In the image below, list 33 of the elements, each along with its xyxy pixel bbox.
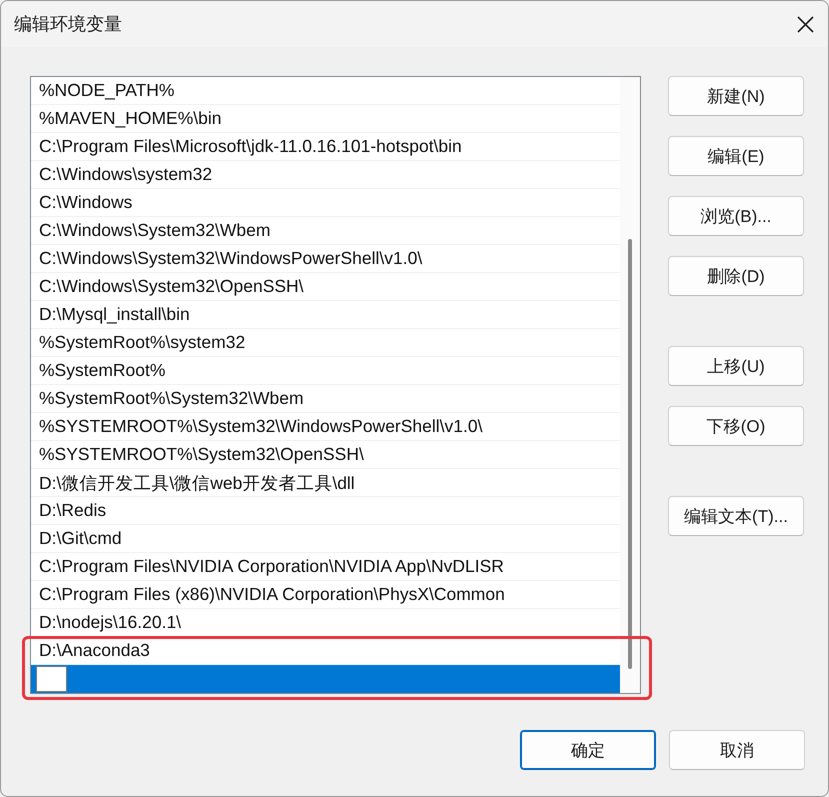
list-item[interactable]: C:\Windows xyxy=(31,189,620,217)
input-field[interactable] xyxy=(36,666,67,692)
list-item[interactable]: D:\Git\cmd xyxy=(31,525,620,553)
list-item[interactable]: %SystemRoot% xyxy=(31,357,620,385)
side-button[interactable]: 新建(N) xyxy=(668,76,804,116)
side-button[interactable]: 下移(O) xyxy=(668,406,804,446)
scrollbar[interactable] xyxy=(620,77,640,693)
list-item[interactable]: %SYSTEMROOT%\System32\OpenSSH\ xyxy=(31,441,620,469)
list-item[interactable]: C:\Program Files\Microsoft\jdk-11.0.16.101-hotspot\bin xyxy=(31,133,620,161)
list-item[interactable]: C:\Windows\System32\WindowsPowerShell\v1.0\ xyxy=(31,245,620,273)
list-item[interactable]: C:\Program Files\NVIDIA Corporation\NVIDIA App\NvDLISR xyxy=(31,553,620,581)
side-button[interactable]: 上移(U) xyxy=(668,346,804,386)
list-item[interactable]: %SystemRoot%\System32\Wbem xyxy=(31,385,620,413)
side-button[interactable]: 编辑文本(T)... xyxy=(668,496,804,536)
list-item[interactable]: C:\Windows\system32 xyxy=(31,161,620,189)
side-button[interactable]: 编辑(E) xyxy=(668,136,804,176)
list-item[interactable]: C:\Windows\System32\OpenSSH\ xyxy=(31,273,620,301)
list-item[interactable]: D:\Mysql_install\bin xyxy=(31,301,620,329)
list-item[interactable]: %NODE_PATH% xyxy=(31,77,620,105)
list-item[interactable]: D:\微信开发工具\微信web开发者工具\dll xyxy=(31,469,620,497)
side-button[interactable]: 浏览(B)... xyxy=(668,196,804,236)
list-item[interactable] xyxy=(31,665,620,693)
list-item[interactable]: %SystemRoot%\system32 xyxy=(31,329,620,357)
dialog-button[interactable]: 确定 xyxy=(520,730,656,770)
list-item[interactable]: %SYSTEMROOT%\System32\WindowsPowerShell\v1.0\ xyxy=(31,413,620,441)
side-button[interactable]: 删除(D) xyxy=(668,256,804,296)
close-icon xyxy=(796,16,814,32)
dialog-button[interactable]: 取消 xyxy=(669,730,805,770)
window-title: 编辑环境变量 xyxy=(13,13,122,36)
list-item[interactable]: %MAVEN_HOME%\bin xyxy=(31,105,620,133)
list-item[interactable]: D:\Redis xyxy=(31,497,620,525)
list-item[interactable]: C:\Program Files (x86)\NVIDIA Corporation\PhysX\Common xyxy=(31,581,620,609)
list-item[interactable]: C:\Windows\System32\Wbem xyxy=(31,217,620,245)
